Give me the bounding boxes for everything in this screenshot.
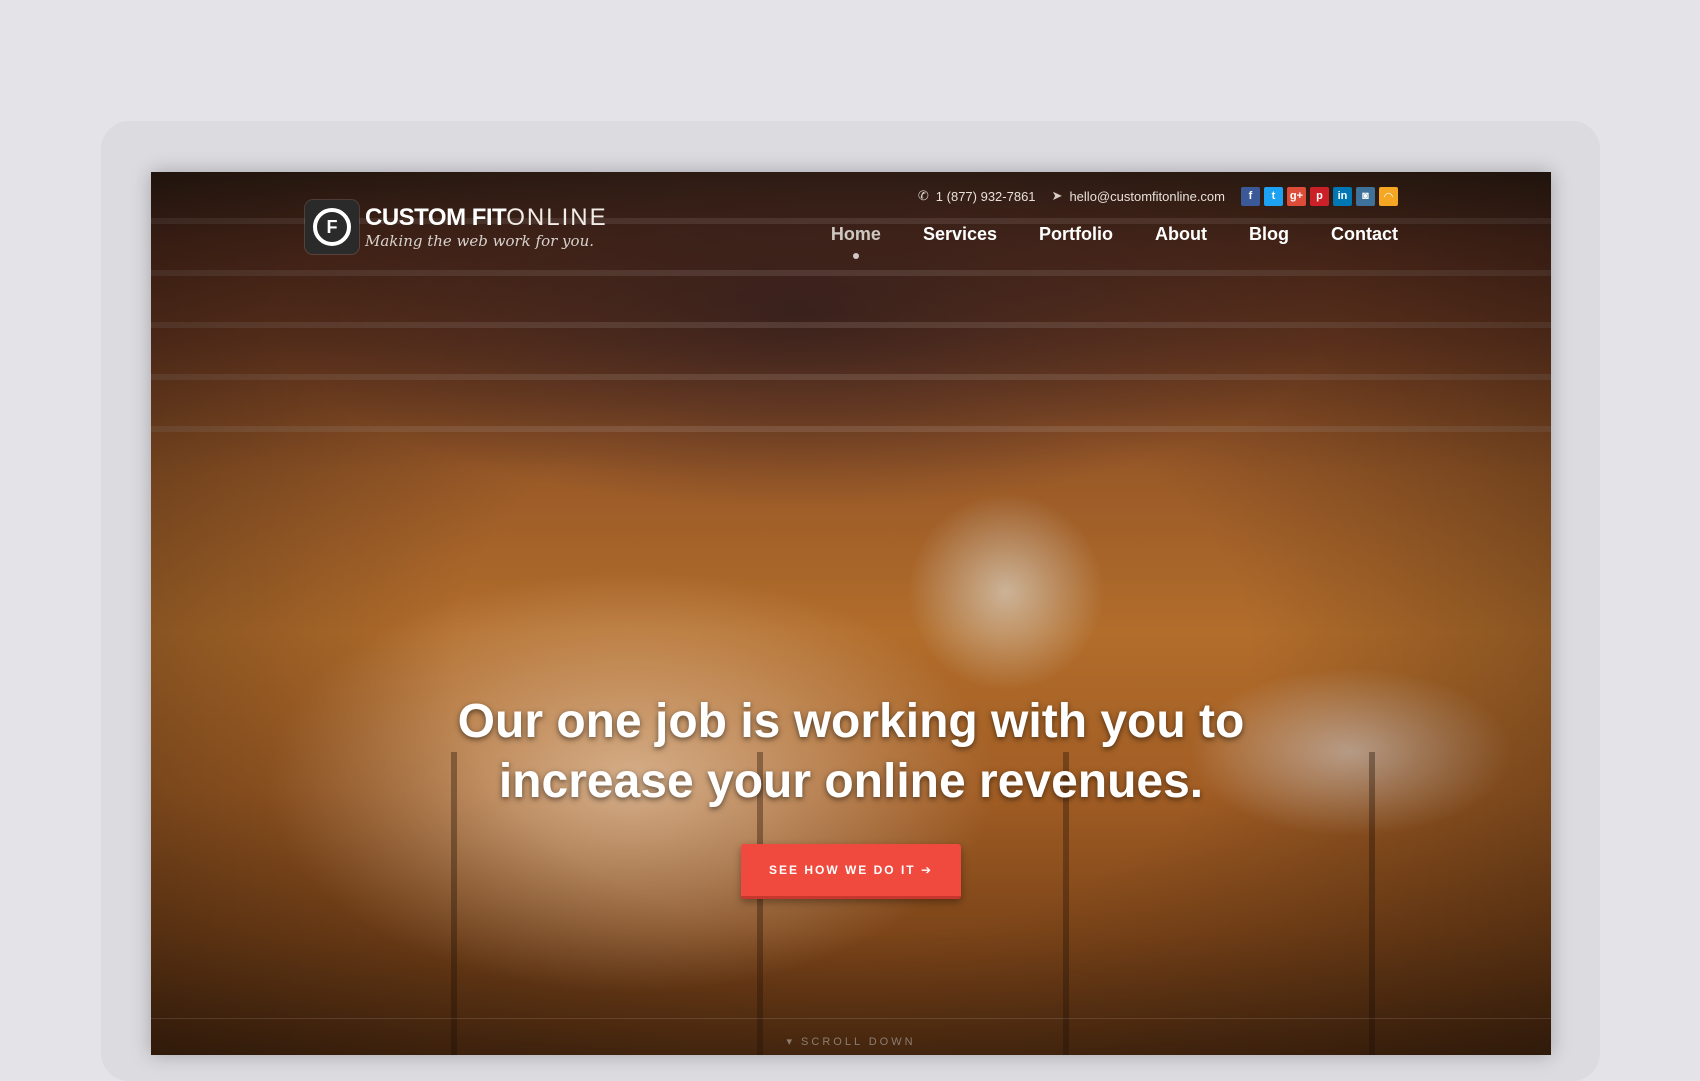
twitter-icon[interactable]: t [1264, 186, 1283, 206]
contact-bar: ✆ 1 (877) 932-7861 ➤ hello@customfitonli… [918, 184, 1398, 208]
nav-item-contact[interactable]: Contact [1331, 224, 1398, 259]
email-address: hello@customfitonline.com [1069, 188, 1225, 204]
scroll-down-label: SCROLL DOWN [801, 1036, 916, 1048]
logo-name: CUSTOM FITONLINE [365, 203, 608, 231]
nav-item-about[interactable]: About [1155, 224, 1207, 259]
nav-label-contact: Contact [1331, 224, 1398, 244]
nav-item-portfolio[interactable]: Portfolio [1039, 224, 1113, 259]
logo-text: CUSTOM FITONLINE Making the web work for… [365, 203, 608, 250]
see-how-button[interactable]: SEE HOW WE DO IT ➔ [740, 844, 962, 899]
logo-tagline: Making the web work for you. [365, 231, 594, 250]
nav-label-services: Services [922, 224, 998, 244]
scroll-down-link[interactable]: ▾ SCROLL DOWN [151, 1035, 1551, 1048]
googleplus-icon[interactable]: g+ [1287, 186, 1306, 206]
section-divider [151, 1018, 1551, 1019]
background-vignette [151, 172, 1551, 1055]
phone-contact[interactable]: ✆ 1 (877) 932-7861 [918, 188, 1036, 204]
caret-down-icon: ▾ [786, 1036, 795, 1048]
logo-mark-icon: F [305, 200, 359, 254]
rss-icon[interactable]: ◠ [1379, 186, 1398, 206]
email-contact[interactable]: ➤ hello@customfitonline.com [1052, 188, 1225, 204]
hero-headline: Our one job is working with you to incre… [457, 695, 1245, 808]
active-indicator-dot [852, 253, 859, 259]
hero-section: Our one job is working with you to incre… [151, 692, 1551, 899]
nav-label-blog: Blog [1249, 224, 1289, 244]
site-logo[interactable]: F CUSTOM FITONLINE Making the web work f… [305, 200, 608, 254]
phone-icon: ✆ [917, 188, 929, 203]
nav-item-home[interactable]: Home [831, 224, 881, 259]
nav-item-services[interactable]: Services [923, 224, 997, 259]
social-links: f t g+ p in ◙ ◠ [1241, 186, 1398, 206]
logo-mark-letter: F [313, 208, 351, 246]
nav-label-about: About [1155, 224, 1207, 244]
phone-number: 1 (877) 932-7861 [935, 188, 1036, 204]
instagram-icon[interactable]: ◙ [1356, 186, 1375, 206]
linkedin-icon[interactable]: in [1333, 186, 1352, 206]
logo-name-light: ONLINE [506, 203, 608, 231]
main-nav: Home Services Portfolio About Blog Conta… [831, 224, 1398, 259]
nav-label-home: Home [830, 224, 881, 244]
logo-name-bold: CUSTOM FIT [365, 203, 507, 231]
nav-label-portfolio: Portfolio [1039, 224, 1114, 244]
facebook-icon[interactable]: f [1241, 186, 1260, 206]
paper-plane-icon: ➤ [1051, 188, 1063, 203]
website-screen: ✆ 1 (877) 932-7861 ➤ hello@customfitonli… [151, 172, 1551, 1055]
nav-item-blog[interactable]: Blog [1249, 224, 1289, 259]
pinterest-icon[interactable]: p [1310, 186, 1329, 206]
